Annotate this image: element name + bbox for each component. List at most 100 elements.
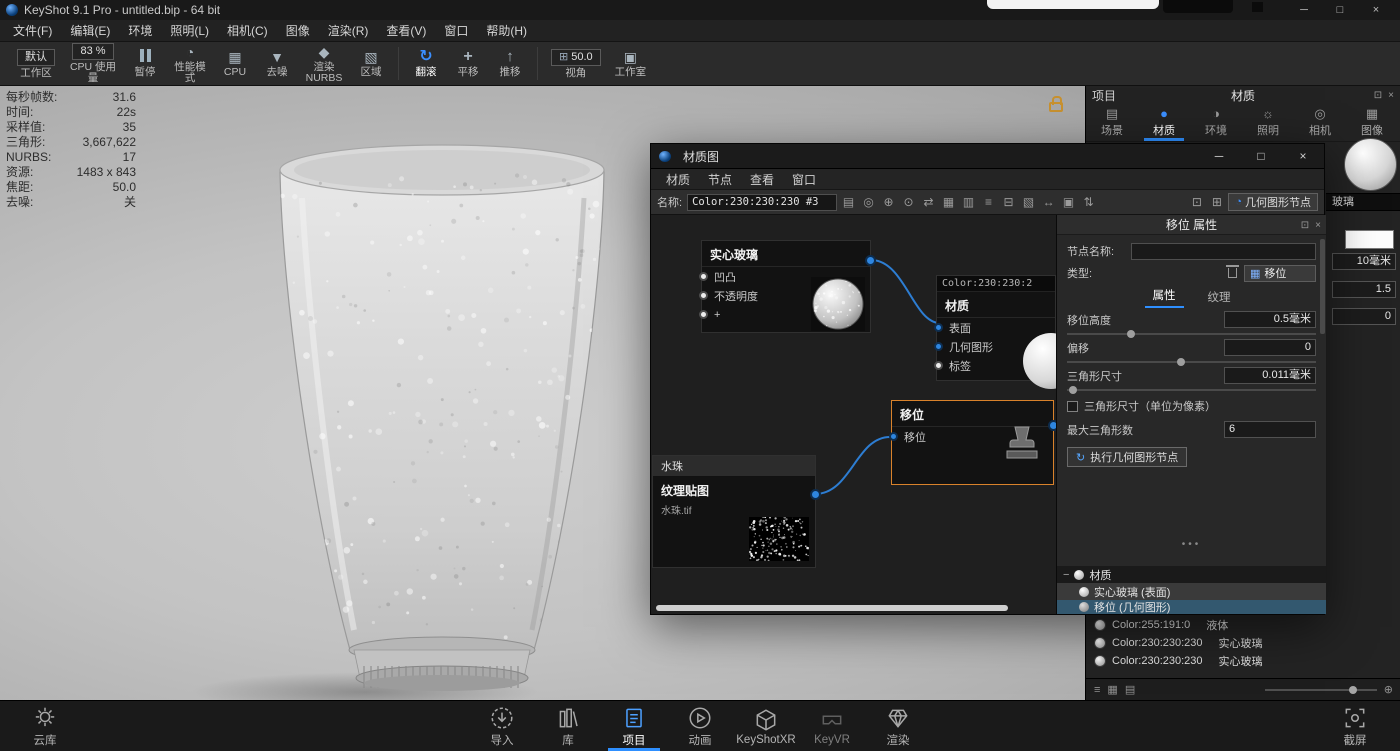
menu-file[interactable]: 文件(F) <box>4 20 61 42</box>
menu-lighting[interactable]: 照明(L) <box>161 20 218 42</box>
studio-button[interactable]: ▣ 工作室 <box>608 42 654 85</box>
material-value-field[interactable]: 0 <box>1332 308 1396 325</box>
triangle-size-input[interactable]: 0.011毫米 <box>1224 367 1316 384</box>
label-port[interactable] <box>934 361 943 370</box>
material-list-item[interactable]: Color:230:230:230实心玻璃 <box>1086 652 1400 670</box>
displace-output-port[interactable] <box>1048 420 1056 431</box>
graph-tool-icon[interactable]: ▥ <box>960 195 977 209</box>
graph-tool-icon[interactable]: ⊙ <box>900 195 917 209</box>
graph-tool-icon[interactable]: ▦ <box>940 195 957 209</box>
cpu-button[interactable]: ▦ CPU <box>214 42 256 85</box>
tab-lighting[interactable]: ☼ 照明 <box>1242 104 1294 141</box>
geometry-node-button[interactable]: ◔ 几何图形节点 <box>1228 193 1318 211</box>
material-list-item[interactable]: Color:230:230:230实心玻璃 <box>1086 634 1400 652</box>
add-icon[interactable]: ⊕ <box>1384 683 1393 696</box>
workspace-preset[interactable]: 默认 工作区 <box>10 42 62 85</box>
import-button[interactable]: 导入 <box>469 701 535 751</box>
render-button[interactable]: 渲染 <box>865 701 931 751</box>
tumble-button[interactable]: ↻ 翻滚 <box>405 42 447 85</box>
cpu-usage[interactable]: 83 % CPU 使用量 <box>62 42 124 85</box>
graph-menu-node[interactable]: 节点 <box>699 171 741 188</box>
dolly-button[interactable]: ↑ 推移 <box>489 42 531 85</box>
glass-output-port[interactable] <box>865 255 876 266</box>
fov-control[interactable]: ⊞50.0 视角 <box>544 42 608 85</box>
graph-tool-icon[interactable]: ▧ <box>1020 195 1037 209</box>
slider-handle[interactable] <box>1349 686 1357 694</box>
menu-camera[interactable]: 相机(C) <box>218 20 277 42</box>
library-button[interactable]: 库 <box>535 701 601 751</box>
camera-lock-icon[interactable] <box>1049 102 1063 112</box>
offset-input[interactable]: 0 <box>1224 339 1316 356</box>
fov-value-box[interactable]: ⊞50.0 <box>551 49 601 66</box>
graph-tool-icon[interactable]: ▣ <box>1060 195 1077 209</box>
tree-expander-icon[interactable]: − <box>1063 569 1069 581</box>
tab-material[interactable]: ● 材质 <box>1138 104 1190 141</box>
graph-tool-icon[interactable]: ↔ <box>1040 195 1057 209</box>
keyshotxr-button[interactable]: KeyShotXR <box>733 701 799 751</box>
menu-environment[interactable]: 环境 <box>119 20 161 42</box>
menu-view[interactable]: 查看(V) <box>377 20 435 42</box>
cloud-library-button[interactable]: 云库 <box>12 701 78 751</box>
graph-grid-icon[interactable]: ⊞ <box>1208 195 1225 209</box>
keyvr-button[interactable]: KeyVR <box>799 701 865 751</box>
node-graph-canvas[interactable]: 实心玻璃 凹凸 不透明度 + <box>651 215 1056 614</box>
material-value-field[interactable]: 10毫米 <box>1332 253 1396 270</box>
execute-geometry-node-button[interactable]: ↻ 执行几何图形节点 <box>1067 447 1187 467</box>
graph-tool-icon[interactable]: ≡ <box>980 195 997 209</box>
graph-menu-window[interactable]: 窗口 <box>783 171 825 188</box>
panel-close-icon[interactable]: × <box>1388 90 1394 101</box>
cpu-usage-dropdown[interactable]: 83 % <box>72 43 113 60</box>
menu-edit[interactable]: 编辑(E) <box>61 20 119 42</box>
props-float-icon[interactable]: ⊡ <box>1301 220 1309 231</box>
displace-height-slider[interactable] <box>1067 333 1316 335</box>
tab-scene[interactable]: ▤ 场景 <box>1086 104 1138 141</box>
render-nurbs-button[interactable]: ◆ 渲染NURBS <box>298 42 350 85</box>
graph-tool-icon[interactable]: ⇄ <box>920 195 937 209</box>
minimize-button[interactable]: ─ <box>1286 0 1322 20</box>
graph-tool-icon[interactable]: ▤ <box>840 195 857 209</box>
max-triangles-input[interactable]: 6 <box>1224 421 1316 438</box>
maximize-button[interactable]: □ <box>1322 0 1358 20</box>
tree-item-displace-geometry[interactable]: 移位 (几何图形) <box>1057 600 1326 614</box>
workspace-preset-dropdown[interactable]: 默认 <box>17 49 55 66</box>
detail-view-icon[interactable]: ▤ <box>1125 683 1135 696</box>
menu-image[interactable]: 图像 <box>277 20 319 42</box>
material-value-field[interactable]: 1.5 <box>1332 281 1396 298</box>
add-port[interactable] <box>699 310 708 319</box>
material-list-item[interactable]: Color:255:191:0液体 <box>1086 616 1400 634</box>
thumbnail-size-slider[interactable] <box>1265 689 1377 691</box>
material-name-input[interactable]: Color:230:230:230 #3 <box>687 194 837 211</box>
tree-root-row[interactable]: − 材质 <box>1057 566 1326 583</box>
material-name-field[interactable]: 玻璃 <box>1326 193 1400 211</box>
displace-height-input[interactable]: 0.5毫米 <box>1224 311 1316 328</box>
graph-tool-icon[interactable]: ◎ <box>860 195 877 209</box>
tree-item-glass-surface[interactable]: 实心玻璃 (表面) <box>1057 583 1326 600</box>
geometry-port[interactable] <box>934 342 943 351</box>
performance-mode-button[interactable]: ◔ 性能模式 <box>166 42 214 85</box>
menu-window[interactable]: 窗口 <box>435 20 477 42</box>
screenshot-button[interactable]: 截屏 <box>1322 701 1388 751</box>
tab-properties[interactable]: 属性 <box>1145 285 1184 308</box>
bump-port[interactable] <box>699 272 708 281</box>
list-view-icon[interactable]: ≡ <box>1094 684 1100 696</box>
material-preview-sphere[interactable] <box>1344 138 1397 191</box>
texture-output-port[interactable] <box>810 489 821 500</box>
graph-menu-material[interactable]: 材质 <box>657 171 699 188</box>
animation-button[interactable]: 动画 <box>667 701 733 751</box>
props-scrollbar[interactable] <box>1320 239 1325 334</box>
node-name-input[interactable] <box>1131 243 1316 260</box>
offset-slider[interactable] <box>1067 361 1316 363</box>
triangle-size-slider[interactable] <box>1067 389 1316 391</box>
menu-render[interactable]: 渲染(R) <box>319 20 378 42</box>
checkbox-box[interactable] <box>1067 401 1078 412</box>
grid-view-icon[interactable]: ▦ <box>1107 683 1117 696</box>
graph-tool-icon[interactable]: ⇅ <box>1080 195 1097 209</box>
props-close-icon[interactable]: × <box>1315 220 1321 231</box>
surface-port[interactable] <box>934 323 943 332</box>
pause-button[interactable]: 暂停 <box>124 42 166 85</box>
color-swatch-white[interactable] <box>1345 230 1394 249</box>
region-button[interactable]: ▧ 区域 <box>350 42 392 85</box>
graph-close-button[interactable]: × <box>1282 144 1324 169</box>
displace-input-port[interactable] <box>889 432 898 441</box>
graph-tool-icon[interactable]: ⊕ <box>880 195 897 209</box>
